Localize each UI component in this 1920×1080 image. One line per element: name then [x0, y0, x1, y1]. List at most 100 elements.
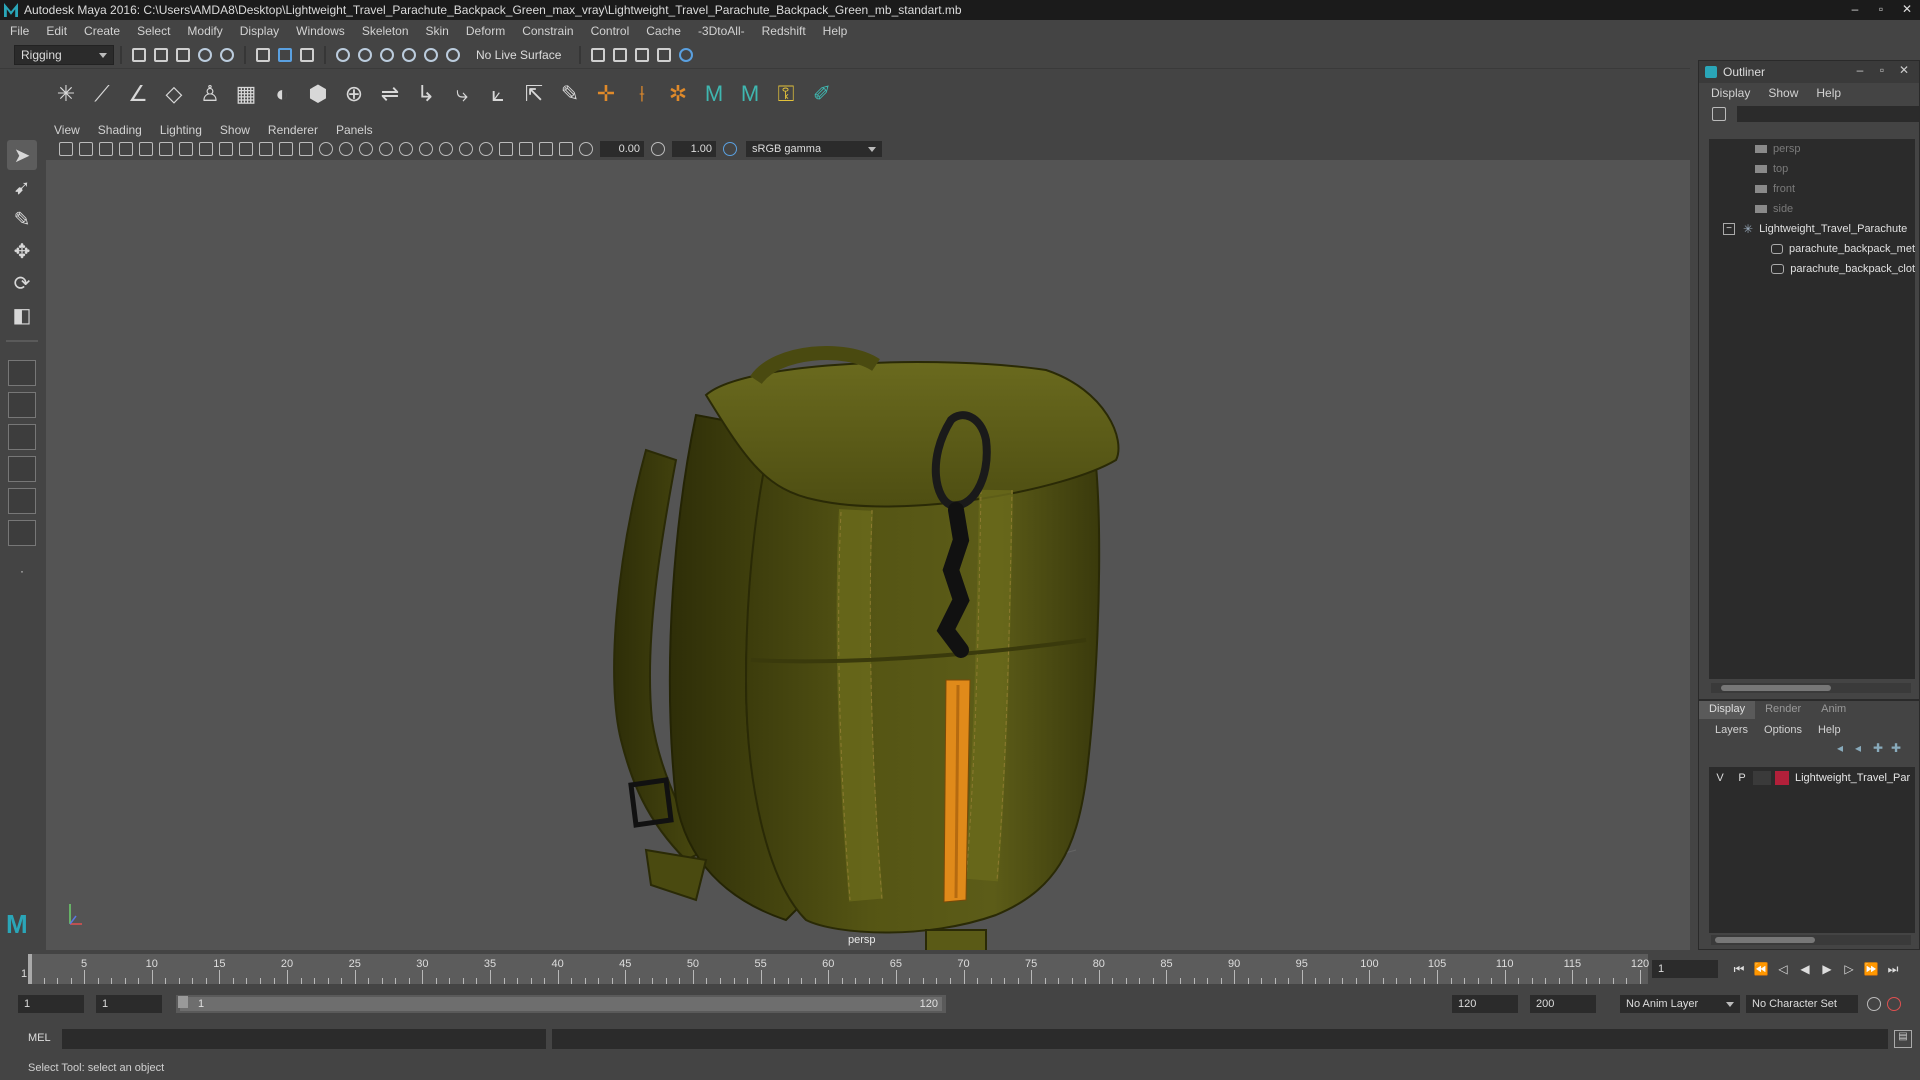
ipr-render-icon[interactable] [635, 48, 650, 62]
menu-control[interactable]: Control [591, 24, 630, 38]
select-component-icon[interactable] [300, 48, 314, 62]
outliner-minimize-button[interactable]: – [1849, 63, 1871, 77]
ik-spline-icon[interactable]: ∠ [123, 79, 153, 109]
outliner-item-mesh-metal[interactable]: parachute_backpack_met [1709, 239, 1915, 259]
move-layer-up-icon[interactable]: ◂ [1837, 741, 1855, 763]
safe-action-icon[interactable] [279, 142, 293, 156]
shadows-icon[interactable] [419, 142, 433, 156]
menu-edit[interactable]: Edit [46, 24, 67, 38]
motion-blur-icon[interactable] [459, 142, 473, 156]
select-hierarchy-icon[interactable] [256, 48, 270, 62]
render-frame-icon[interactable] [613, 48, 628, 62]
gamma-icon[interactable] [651, 142, 665, 156]
outliner-menu-show[interactable]: Show [1768, 86, 1798, 100]
image-plane-icon[interactable] [119, 142, 133, 156]
new-layer-icon[interactable]: ✚ [1873, 741, 1891, 763]
collapse-toggle[interactable]: − [1723, 223, 1735, 235]
play-backwards-icon[interactable]: ◀ [1794, 958, 1816, 980]
redo-icon[interactable] [220, 48, 234, 62]
animation-preferences-icon[interactable] [1887, 997, 1901, 1011]
set-driven-key-icon[interactable]: ⚿ [771, 79, 801, 109]
snap-magnet-icon[interactable] [446, 48, 460, 62]
layer-row[interactable]: V P Lightweight_Travel_Par [1709, 767, 1915, 789]
panel-menu-view[interactable]: View [54, 123, 80, 137]
point-constraint-icon[interactable]: ⤷ [447, 79, 477, 109]
aim-constraint-icon[interactable]: ✎ [555, 79, 585, 109]
xray-joints-icon[interactable] [539, 142, 553, 156]
menu-windows[interactable]: Windows [296, 24, 345, 38]
view-transform-dropdown[interactable]: sRGB gamma [746, 141, 882, 157]
bind-skin-icon[interactable]: ▦ [231, 79, 261, 109]
new-layer-selected-icon[interactable]: ✚ [1891, 741, 1909, 763]
command-input[interactable] [62, 1029, 546, 1049]
outliner-menu-display[interactable]: Display [1711, 86, 1750, 100]
outliner-menu-help[interactable]: Help [1816, 86, 1841, 100]
menu-select[interactable]: Select [137, 24, 170, 38]
auto-key-icon[interactable] [1867, 997, 1881, 1011]
character-set-dropdown[interactable]: No Character Set [1746, 995, 1858, 1013]
select-tool-icon[interactable]: ➤ [7, 140, 37, 170]
anim-end-field[interactable]: 200 [1530, 995, 1596, 1013]
camera-select-icon[interactable] [59, 142, 73, 156]
panel-menu-lighting[interactable]: Lighting [160, 123, 202, 137]
tab-render[interactable]: Render [1755, 701, 1811, 719]
exposure-icon[interactable] [579, 142, 593, 156]
outliner-item-group[interactable]: − ✳ Lightweight_Travel_Parachute [1709, 219, 1915, 239]
layer-menu-options[interactable]: Options [1764, 724, 1802, 736]
lasso-tool-icon[interactable]: ➹ [7, 172, 37, 202]
start-time-field[interactable]: 1 [18, 995, 84, 1013]
textured-icon[interactable] [379, 142, 393, 156]
screen-space-ao-icon[interactable] [439, 142, 453, 156]
layer-visibility-toggle[interactable]: V [1709, 772, 1731, 784]
xray-components-icon[interactable] [559, 142, 573, 156]
layer-color-swatch[interactable] [1775, 771, 1789, 785]
outliner-item-top[interactable]: top [1709, 159, 1915, 179]
step-forward-frame-icon[interactable]: ▷ [1838, 958, 1860, 980]
paint-select-icon[interactable]: ✎ [7, 204, 37, 234]
film-gate-icon[interactable] [199, 142, 213, 156]
persp-graph-layout-icon[interactable] [8, 456, 36, 482]
step-back-frame-icon[interactable]: ◁ [1772, 958, 1794, 980]
uv-editor-layout-icon[interactable] [8, 520, 36, 546]
go-to-start-icon[interactable]: ⏮ [1728, 958, 1750, 980]
refresh-icon[interactable] [1712, 107, 1726, 121]
menu-redshift[interactable]: Redshift [762, 24, 806, 38]
xray-icon[interactable] [519, 142, 533, 156]
render-settings-icon[interactable] [657, 48, 672, 62]
outliner-item-side[interactable]: side [1709, 199, 1915, 219]
mirror-joint-icon[interactable]: ♙ [195, 79, 225, 109]
perspective-viewport[interactable]: persp [46, 160, 1690, 950]
use-lights-icon[interactable] [399, 142, 413, 156]
paint-weights-icon[interactable]: ◐ [267, 79, 297, 109]
live-surface-label[interactable]: No Live Surface [476, 48, 561, 62]
menuset-dropdown[interactable]: Rigging [14, 45, 114, 65]
menu-create[interactable]: Create [84, 24, 120, 38]
menu-3dtoall[interactable]: -3DtoAll- [698, 24, 745, 38]
layer-display-type[interactable] [1753, 771, 1771, 785]
outliner-search-input[interactable] [1736, 106, 1919, 122]
range-start-handle[interactable] [178, 996, 188, 1008]
script-editor-icon[interactable]: ▤ [1894, 1030, 1912, 1048]
step-forward-key-icon[interactable]: ⏩ [1860, 958, 1882, 980]
save-scene-icon[interactable] [176, 48, 190, 62]
snap-grid-icon[interactable] [336, 48, 350, 62]
grid-icon[interactable] [179, 142, 193, 156]
outliner-horizontal-scrollbar[interactable] [1711, 683, 1911, 693]
scale-tool-icon[interactable]: ◧ [7, 300, 37, 330]
camera-attributes-icon[interactable] [79, 142, 93, 156]
parent-constraint-icon[interactable]: ↳ [411, 79, 441, 109]
gamma-field[interactable]: 1.00 [672, 141, 716, 157]
play-forwards-icon[interactable]: ▶ [1816, 958, 1838, 980]
orient-constraint-icon[interactable]: ⟀ [483, 79, 513, 109]
outliner-item-front[interactable]: front [1709, 179, 1915, 199]
smooth-shade-icon[interactable] [339, 142, 353, 156]
outliner-close-button[interactable]: ✕ [1893, 63, 1915, 77]
2d-pan-zoom-icon[interactable] [139, 142, 153, 156]
current-frame-field[interactable]: 1 [1652, 960, 1718, 978]
safe-title-icon[interactable] [299, 142, 313, 156]
outliner-maximize-button[interactable]: ▫ [1871, 63, 1893, 77]
pole-vector-icon[interactable]: ⟊ [627, 79, 657, 109]
menu-display[interactable]: Display [240, 24, 279, 38]
close-button[interactable]: ✕ [1894, 0, 1920, 18]
locator-icon[interactable]: ✛ [591, 79, 621, 109]
